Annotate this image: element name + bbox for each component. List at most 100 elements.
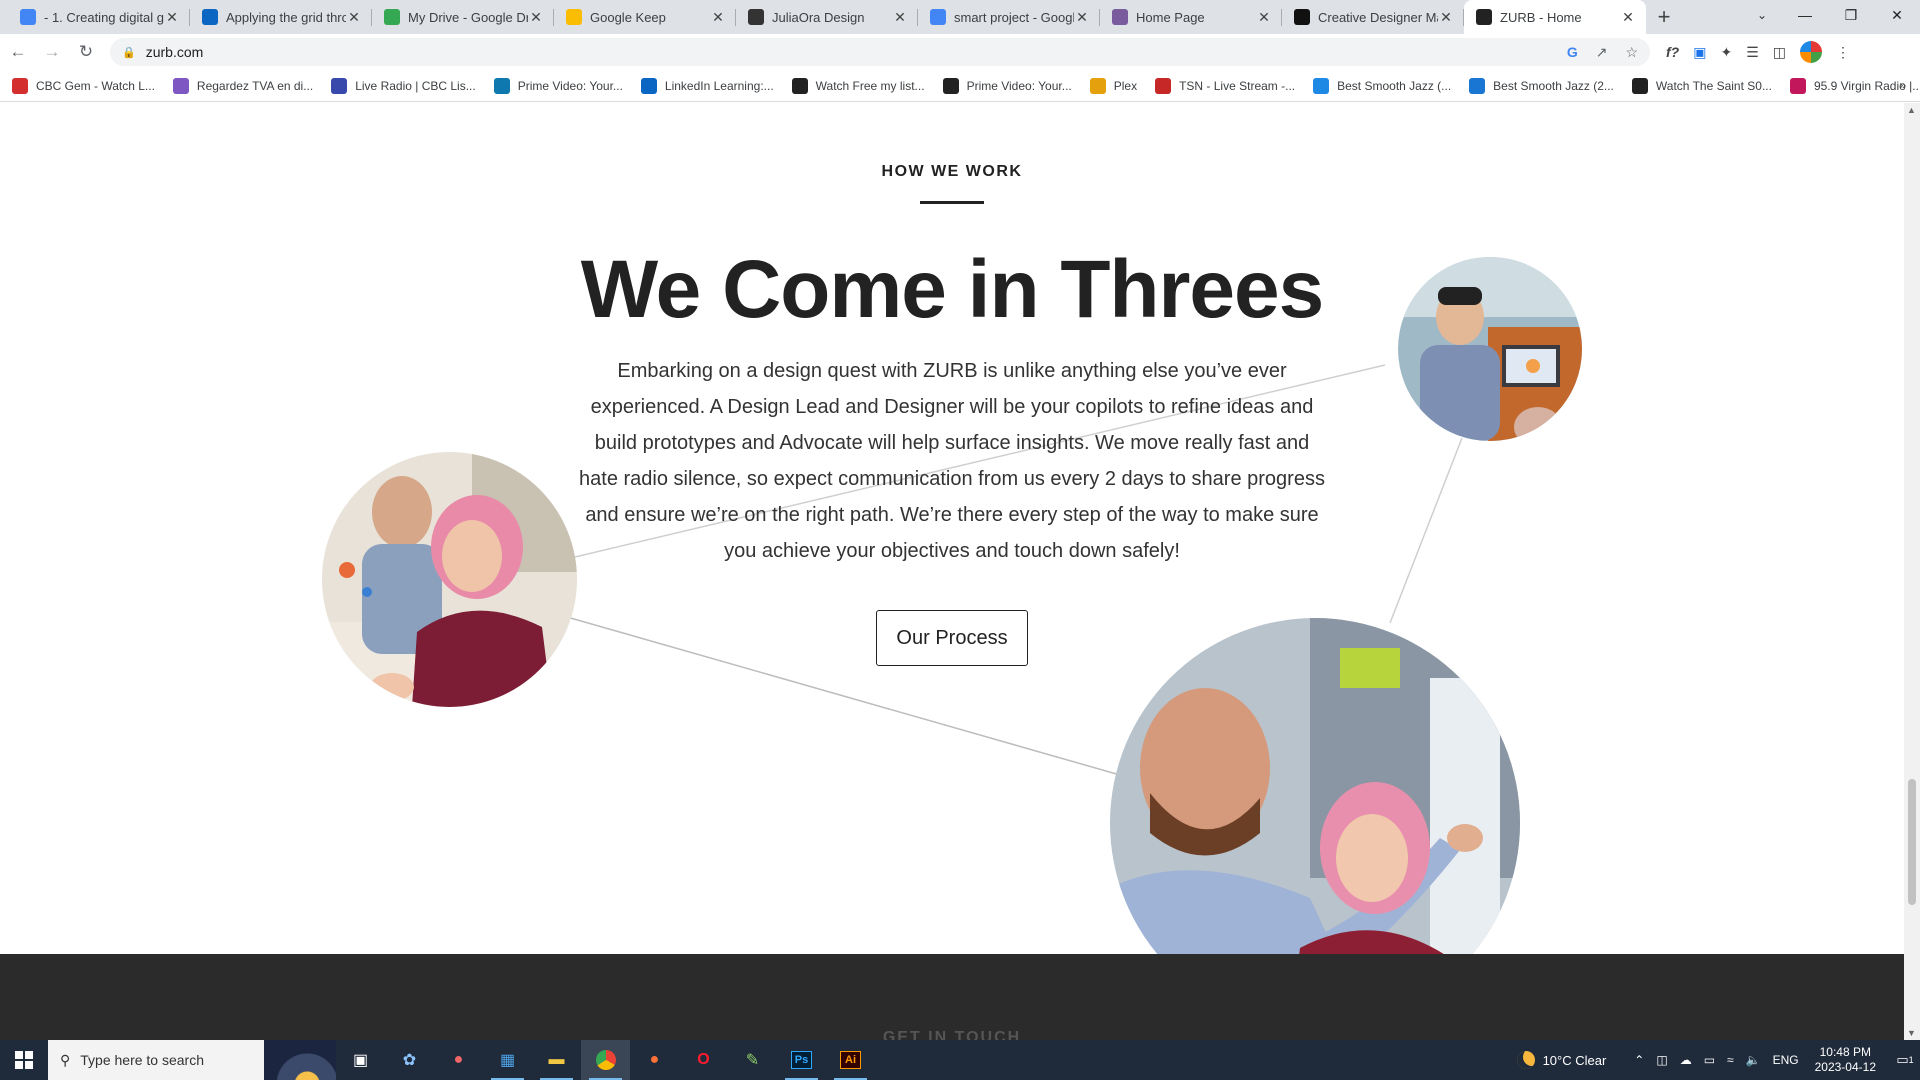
our-process-button[interactable]: Our Process (876, 610, 1028, 666)
bookmark-label: Prime Video: Your... (517, 78, 623, 93)
battery-icon[interactable]: ▭ (1704, 1053, 1715, 1067)
bookmark-label: CBC Gem - Watch L... (36, 78, 155, 93)
browser-tab[interactable]: My Drive - Google Drive✕ (372, 0, 554, 34)
wifi-icon[interactable]: ≈ (1727, 1053, 1734, 1067)
page-scrollbar[interactable]: ▲ ▼ (1904, 103, 1920, 1040)
bookmark-item[interactable]: Best Smooth Jazz (... (1313, 77, 1451, 94)
bookmark-favicon-icon (1089, 77, 1106, 94)
url-text[interactable]: zurb.com (146, 44, 1567, 60)
bookmark-favicon-icon (942, 77, 959, 94)
forward-icon[interactable]: → (36, 38, 68, 66)
close-tab-icon[interactable]: ✕ (892, 9, 908, 26)
opera-icon[interactable]: O (679, 1040, 728, 1080)
close-tab-icon[interactable]: ✕ (1256, 9, 1272, 26)
bookmark-item[interactable]: LinkedIn Learning:... (640, 77, 774, 94)
new-tab-button[interactable]: + (1646, 0, 1682, 34)
file-explorer-icon[interactable]: ▬ (532, 1040, 581, 1080)
chrome-icon[interactable] (581, 1040, 630, 1080)
firefox-icon[interactable]: ● (630, 1040, 679, 1080)
reading-list-icon[interactable]: ☰ (1746, 44, 1759, 61)
bookmark-item[interactable]: CBC Gem - Watch L... (12, 77, 155, 94)
bookmarks-overflow-icon[interactable]: » (1899, 78, 1906, 92)
tab-title: My Drive - Google Drive (408, 9, 528, 25)
bookmark-favicon-icon (1469, 77, 1486, 94)
bookmark-item[interactable]: Watch The Saint S0... (1631, 77, 1772, 94)
google-lens-icon[interactable]: G (1567, 44, 1578, 61)
reload-icon[interactable]: ↻ (70, 38, 102, 66)
screen-capture-icon[interactable]: ▣ (1693, 44, 1706, 61)
bookmark-star-icon[interactable]: ☆ (1625, 44, 1638, 61)
taskbar-search[interactable]: ⚲ Type here to search (48, 1040, 336, 1080)
notepad-icon[interactable]: ✎ (728, 1040, 777, 1080)
close-tab-icon[interactable]: ✕ (1438, 9, 1454, 26)
bookmark-item[interactable]: Regardez TVA en di... (172, 77, 314, 94)
scroll-up-icon[interactable]: ▲ (1907, 105, 1916, 115)
close-tab-icon[interactable]: ✕ (1074, 9, 1090, 26)
profile-avatar[interactable] (1799, 41, 1822, 63)
meet-now-icon[interactable]: ◫ (1656, 1053, 1667, 1067)
browser-tab[interactable]: Google Keep ✕ (554, 0, 736, 34)
footer-band: GET IN TOUCH (0, 954, 1904, 1040)
minimize-icon[interactable]: — (1782, 0, 1828, 30)
bookmark-label: Watch Free my list... (815, 78, 925, 93)
bookmark-label: Live Radio | CBC Lis... (355, 78, 476, 93)
clock[interactable]: 10:48 PM 2023-04-12 (1815, 1045, 1876, 1075)
search-highlight-image (264, 1040, 336, 1080)
taskbar-search-placeholder: Type here to search (80, 1052, 205, 1068)
volume-icon[interactable]: 🔈 (1746, 1053, 1761, 1067)
side-panel-icon[interactable]: ◫ (1773, 44, 1786, 61)
menu-icon[interactable]: ⋮ (1836, 44, 1850, 61)
page-title: We Come in Threes (580, 244, 1324, 335)
share-icon[interactable]: ↗ (1596, 44, 1608, 61)
bookmark-item[interactable]: Live Radio | CBC Lis... (331, 77, 476, 94)
bookmark-item[interactable]: Prime Video: Your... (493, 77, 623, 94)
bookmark-item[interactable]: Prime Video: Your... (942, 77, 1072, 94)
scrollbar-thumb[interactable] (1908, 779, 1916, 905)
bookmark-favicon-icon (331, 77, 348, 94)
app-icon-1[interactable]: ✿ (385, 1040, 434, 1080)
close-tab-icon[interactable]: ✕ (346, 9, 362, 26)
font-extension-icon[interactable]: f? (1666, 44, 1679, 60)
bookmark-item[interactable]: Best Smooth Jazz (2... (1469, 77, 1614, 94)
bookmark-label: Regardez TVA en di... (196, 78, 314, 93)
browser-tab[interactable]: Applying the grid throughout✕ (190, 0, 372, 34)
browser-tab[interactable]: - 1. Creating digital grids✕ (8, 0, 190, 34)
bookmark-label: LinkedIn Learning:... (664, 78, 774, 93)
illustrator-icon[interactable]: Ai (826, 1040, 875, 1080)
address-bar[interactable]: 🔒 zurb.com G ↗ ☆ (110, 38, 1650, 66)
bookmark-item[interactable]: Plex (1089, 77, 1137, 94)
close-tab-icon[interactable]: ✕ (164, 9, 180, 26)
juliaora-icon (748, 9, 764, 25)
bookmark-item[interactable]: Watch Free my list... (791, 77, 925, 94)
bookmark-item[interactable]: TSN - Live Stream -... (1155, 77, 1295, 94)
task-view-icon[interactable]: ▣ (336, 1040, 385, 1080)
lock-icon[interactable]: 🔒 (122, 46, 136, 59)
app-icon-2[interactable]: ● (434, 1040, 483, 1080)
tab-search-icon[interactable]: ⌄ (1742, 0, 1782, 30)
moon-icon (1516, 1051, 1535, 1069)
browser-tab[interactable]: smart project - Google Search✕ (918, 0, 1100, 34)
close-tab-icon[interactable]: ✕ (528, 9, 544, 26)
weather-widget[interactable]: 10°C Clear (1516, 1051, 1606, 1069)
bookmark-favicon-icon (493, 77, 510, 94)
language-indicator[interactable]: ENG (1773, 1053, 1799, 1067)
photoshop-icon[interactable]: Ps (777, 1040, 826, 1080)
browser-tab[interactable]: JuliaOra Design ✕ (736, 0, 918, 34)
extensions-icon[interactable]: ✦ (1720, 44, 1732, 61)
browser-tab[interactable]: Creative Designer Ma ✕ (1282, 0, 1464, 34)
notifications-icon[interactable]: ▭ 1 (1890, 1040, 1920, 1080)
close-window-icon[interactable]: ✕ (1874, 0, 1920, 30)
scroll-down-icon[interactable]: ▼ (1907, 1028, 1916, 1038)
browser-tab[interactable]: Home Page ✕ (1100, 0, 1282, 34)
restore-icon[interactable]: ❐ (1828, 0, 1874, 30)
show-hidden-icons-icon[interactable]: ⌃ (1634, 1053, 1644, 1067)
team-photo-top-right (1398, 257, 1582, 441)
calculator-icon[interactable]: ▦ (483, 1040, 532, 1080)
browser-tab[interactable]: ZURB - Home ✕ (1464, 0, 1646, 34)
back-icon[interactable]: ← (2, 38, 34, 66)
start-button[interactable] (0, 1040, 48, 1080)
close-tab-icon[interactable]: ✕ (1620, 9, 1636, 26)
close-tab-icon[interactable]: ✕ (710, 9, 726, 26)
search-icon: ⚲ (60, 1051, 71, 1068)
cloud-icon[interactable]: ☁ (1680, 1053, 1692, 1067)
